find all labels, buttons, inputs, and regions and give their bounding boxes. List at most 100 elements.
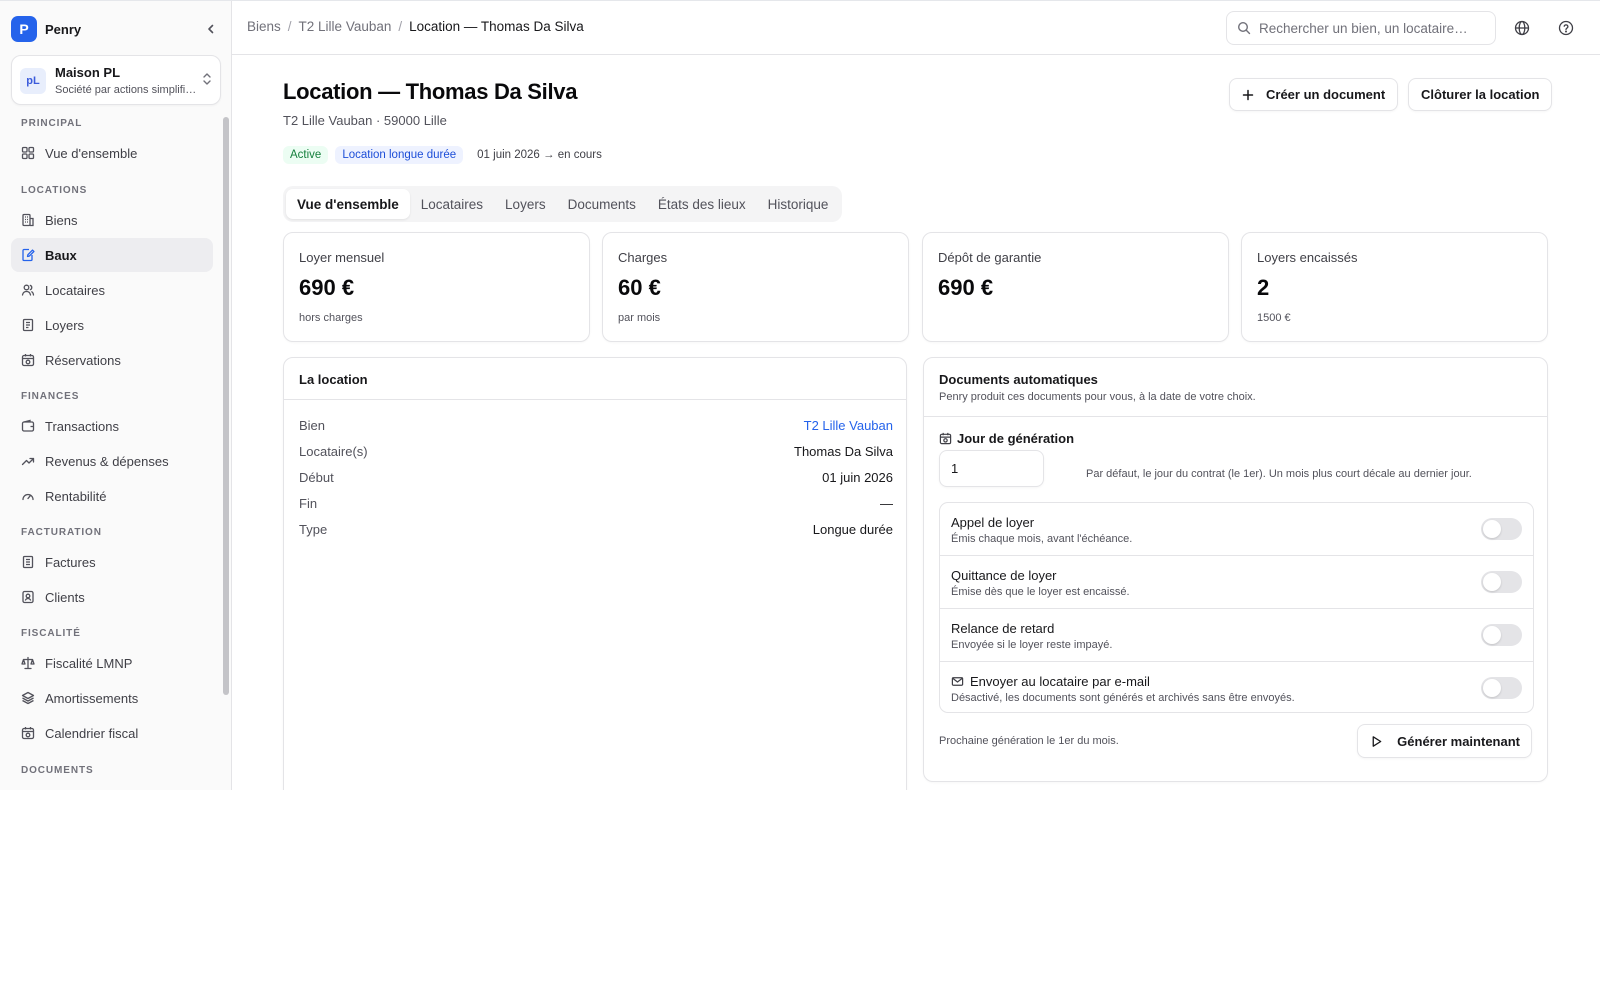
trending-up-icon bbox=[21, 454, 35, 468]
tab-locataires[interactable]: Locataires bbox=[410, 189, 494, 219]
toggle-switch-relance[interactable] bbox=[1481, 624, 1522, 646]
users-icon bbox=[21, 283, 35, 297]
sidebar-item-label: Baux bbox=[45, 247, 77, 263]
badge-row: Active Location longue durée 01 juin 202… bbox=[283, 146, 616, 164]
collapse-sidebar-icon[interactable] bbox=[201, 19, 221, 39]
toggle-row-email: Envoyer au locataire par e-mail Désactiv… bbox=[940, 662, 1533, 712]
generation-day-label: Jour de génération bbox=[939, 431, 1074, 446]
sidebar-item-label: Vue d'ensemble bbox=[45, 145, 138, 161]
sidebar-item-label: Biens bbox=[45, 212, 78, 228]
breadcrumb-separator: / bbox=[398, 19, 403, 34]
nav-section-principal: Principal bbox=[21, 118, 83, 129]
organization-switcher[interactable]: pL Maison PL Société par actions simplif… bbox=[11, 55, 221, 105]
receipt-icon bbox=[21, 318, 35, 332]
tab-overview[interactable]: Vue d'ensemble bbox=[286, 189, 410, 219]
contact-icon bbox=[21, 590, 35, 604]
generate-now-button[interactable]: Générer maintenant bbox=[1357, 724, 1532, 758]
toggle-switch-appel-loyer[interactable] bbox=[1481, 518, 1522, 540]
sidebar-item-clients[interactable]: Clients bbox=[11, 580, 213, 614]
toggle-row-appel-loyer: Appel de loyer Émis chaque mois, avant l… bbox=[940, 503, 1533, 556]
search-icon bbox=[1237, 21, 1251, 35]
period-badge: 01 juin 2026 → en cours bbox=[477, 149, 602, 161]
brand: P Penry bbox=[11, 15, 221, 43]
panel-description: Penry produit ces documents pour vous, à… bbox=[939, 391, 1256, 403]
switch-knob bbox=[1483, 573, 1501, 591]
property-link[interactable]: T2 Lille Vauban bbox=[804, 418, 893, 433]
help-icon[interactable] bbox=[1556, 18, 1576, 38]
detail-key: Locataire(s) bbox=[299, 443, 368, 459]
sidebar-item-label: Locataires bbox=[45, 282, 105, 298]
sidebar-item-revenus[interactable]: Revenus & dépenses bbox=[11, 444, 213, 478]
detail-row-debut: Début 01 juin 2026 bbox=[299, 467, 893, 487]
stat-value: 60 € bbox=[618, 275, 661, 300]
main-content: Location — Thomas Da Silva T2 Lille Vaub… bbox=[232, 55, 1600, 790]
sidebar-item-label: Transactions bbox=[45, 418, 119, 434]
sidebar-item-lmnp[interactable]: Fiscalité LMNP bbox=[11, 646, 213, 680]
brand-name: Penry bbox=[45, 21, 82, 37]
sidebar: P Penry pL Maison PL Société par actions… bbox=[0, 1, 232, 790]
mail-icon bbox=[951, 675, 964, 688]
create-document-button[interactable]: Créer un document bbox=[1229, 78, 1399, 111]
stat-label: Loyer mensuel bbox=[299, 250, 385, 265]
sidebar-item-reservations[interactable]: Réservations bbox=[11, 343, 213, 377]
sidebar-item-factures[interactable]: Factures bbox=[11, 545, 213, 579]
sidebar-item-loyers[interactable]: Loyers bbox=[11, 308, 213, 342]
globe-icon[interactable] bbox=[1512, 18, 1532, 38]
sidebar-item-label: Fiscalité LMNP bbox=[45, 655, 133, 671]
toggle-switch-email[interactable] bbox=[1481, 677, 1522, 699]
breadcrumb-item-property[interactable]: T2 Lille Vauban bbox=[299, 19, 392, 34]
sidebar-item-calendrier[interactable]: Calendrier fiscal bbox=[11, 716, 213, 750]
sidebar-scrollbar[interactable] bbox=[223, 117, 229, 695]
tab-documents[interactable]: Documents bbox=[557, 189, 647, 219]
panel-title: La location bbox=[299, 372, 368, 387]
chevron-up-down-icon bbox=[202, 72, 212, 89]
nav-section-finances: Finances bbox=[21, 391, 80, 402]
sidebar-item-locataires[interactable]: Locataires bbox=[11, 273, 213, 307]
invoice-icon bbox=[21, 555, 35, 569]
toggle-title: Quittance de loyer bbox=[951, 568, 1057, 583]
switch-knob bbox=[1483, 626, 1501, 644]
tab-etats-des-lieux[interactable]: États des lieux bbox=[647, 189, 757, 219]
sidebar-item-transactions[interactable]: Transactions bbox=[11, 409, 213, 443]
detail-row-bien: Bien T2 Lille Vauban bbox=[299, 415, 893, 435]
toggle-switch-quittance[interactable] bbox=[1481, 571, 1522, 593]
close-lease-label: Clôturer la location bbox=[1421, 87, 1540, 102]
sidebar-item-amortissements[interactable]: Amortissements bbox=[11, 681, 213, 715]
calendar-clock-icon bbox=[21, 726, 35, 740]
detail-value: — bbox=[880, 495, 893, 511]
sidebar-item-label: Amortissements bbox=[45, 690, 139, 706]
tab-historique[interactable]: Historique bbox=[757, 189, 840, 219]
sidebar-item-label: Clients bbox=[45, 589, 85, 605]
org-name: Maison PL bbox=[55, 65, 121, 80]
search-input[interactable] bbox=[1259, 20, 1479, 36]
toggle-title-email: Envoyer au locataire par e-mail bbox=[951, 674, 1150, 689]
toggle-description: Désactivé, les documents sont générés et… bbox=[951, 692, 1295, 704]
sidebar-item-baux[interactable]: Baux bbox=[11, 238, 213, 272]
sidebar-item-biens[interactable]: Biens bbox=[11, 203, 213, 237]
brand-logo: P bbox=[11, 16, 37, 42]
close-lease-button[interactable]: Clôturer la location bbox=[1408, 78, 1553, 111]
generation-day-input[interactable] bbox=[939, 450, 1044, 487]
org-subtitle: Société par actions simplifiée bbox=[55, 84, 197, 96]
nav-section-fiscalite: Fiscalité bbox=[21, 628, 81, 639]
generation-day-help: Par défaut, le jour du contrat (le 1er).… bbox=[1086, 468, 1472, 480]
detail-row-locataires: Locataire(s) Thomas Da Silva bbox=[299, 441, 893, 461]
breadcrumb: Biens / T2 Lille Vauban / Location — Tho… bbox=[247, 19, 584, 34]
create-document-label: Créer un document bbox=[1266, 87, 1386, 102]
search-box[interactable] bbox=[1226, 11, 1496, 45]
stat-label: Dépôt de garantie bbox=[938, 250, 1042, 265]
toggle-row-quittance: Quittance de loyer Émise dès que le loye… bbox=[940, 556, 1533, 609]
building-icon bbox=[21, 213, 35, 227]
sidebar-item-label: Calendrier fiscal bbox=[45, 725, 139, 741]
tab-loyers[interactable]: Loyers bbox=[494, 189, 557, 219]
sidebar-item-overview[interactable]: Vue d'ensemble bbox=[11, 136, 213, 170]
stat-card-deposit: Dépôt de garantie 690 € bbox=[922, 232, 1229, 342]
sidebar-item-label: Réservations bbox=[45, 352, 121, 368]
auto-doc-toggle-list: Appel de loyer Émis chaque mois, avant l… bbox=[939, 502, 1534, 713]
calendar-clock-icon bbox=[939, 432, 952, 445]
panel-title: Documents automatiques bbox=[939, 372, 1098, 387]
play-icon bbox=[1370, 735, 1383, 748]
sidebar-item-label: Revenus & dépenses bbox=[45, 453, 169, 469]
breadcrumb-item-biens[interactable]: Biens bbox=[247, 19, 281, 34]
sidebar-item-rentabilite[interactable]: Rentabilité bbox=[11, 479, 213, 513]
